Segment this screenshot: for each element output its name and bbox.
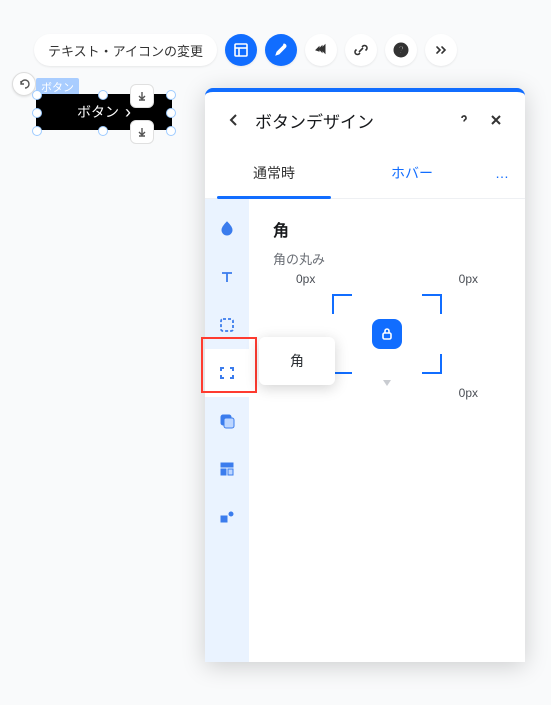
attach-top-handle[interactable]	[130, 84, 154, 108]
svg-text:?: ?	[398, 45, 404, 56]
corners-content: 角 角の丸み 0px 0px 0px	[249, 199, 525, 662]
corner-edge-br	[422, 354, 442, 374]
side-icon[interactable]	[205, 493, 249, 541]
panel-back-button[interactable]	[223, 109, 245, 131]
corner-value-tl[interactable]: 0px	[296, 272, 315, 286]
section-subtitle: 角の丸み	[273, 249, 501, 268]
side-tooltip: 角	[259, 337, 335, 385]
panel-title: ボタンデザイン	[255, 108, 443, 133]
panel-help-button[interactable]	[453, 109, 475, 131]
design-side-nav	[205, 199, 249, 662]
corner-edge-bl	[332, 354, 352, 374]
side-layout[interactable]	[205, 445, 249, 493]
layout-button[interactable]	[225, 34, 257, 66]
help-button[interactable]: ?	[385, 34, 417, 66]
tab-hover-label: ホバー	[391, 163, 433, 183]
resize-handle-sw[interactable]	[32, 126, 42, 136]
corner-edge-tl	[332, 294, 352, 314]
corner-value-br[interactable]: 0px	[459, 386, 478, 400]
resize-handle-nw[interactable]	[32, 90, 42, 100]
resize-handle-s[interactable]	[98, 126, 108, 136]
side-tooltip-label: 角	[290, 351, 304, 371]
tab-normal-label: 通常時	[253, 163, 295, 183]
section-title: 角	[273, 217, 501, 241]
attach-bottom-handle[interactable]	[130, 120, 154, 144]
dropdown-caret-icon	[383, 380, 391, 386]
corner-radius-control[interactable]: 0px 0px 0px	[332, 294, 442, 374]
tab-hover[interactable]: ホバー	[343, 148, 481, 198]
link-button[interactable]	[345, 34, 377, 66]
corner-value-tr[interactable]: 0px	[459, 272, 478, 286]
tab-more[interactable]: …	[481, 148, 525, 198]
tab-more-label: …	[495, 165, 511, 181]
resize-handle-e[interactable]	[166, 108, 176, 118]
side-fill[interactable]	[205, 205, 249, 253]
side-text[interactable]	[205, 253, 249, 301]
resize-handle-ne[interactable]	[166, 90, 176, 100]
resize-handle-w[interactable]	[32, 108, 42, 118]
canvas-button-text: ボタン	[77, 102, 119, 122]
tab-normal[interactable]: 通常時	[205, 148, 343, 198]
animation-button[interactable]	[305, 34, 337, 66]
corner-edge-tr	[422, 294, 442, 314]
side-corners[interactable]	[205, 349, 249, 397]
change-text-icon-label: テキスト・アイコンの変更	[48, 41, 203, 60]
resize-handle-se[interactable]	[166, 126, 176, 136]
change-text-icon-button[interactable]: テキスト・アイコンの変更	[34, 34, 217, 66]
design-button[interactable]	[265, 34, 297, 66]
resize-handle-n[interactable]	[98, 90, 108, 100]
lock-corners-button[interactable]	[372, 319, 402, 349]
side-shadow[interactable]	[205, 397, 249, 445]
design-panel: ボタンデザイン 通常時 ホバー …	[205, 88, 525, 662]
panel-close-button[interactable]	[485, 109, 507, 131]
side-border[interactable]	[205, 301, 249, 349]
more-button[interactable]	[425, 34, 457, 66]
